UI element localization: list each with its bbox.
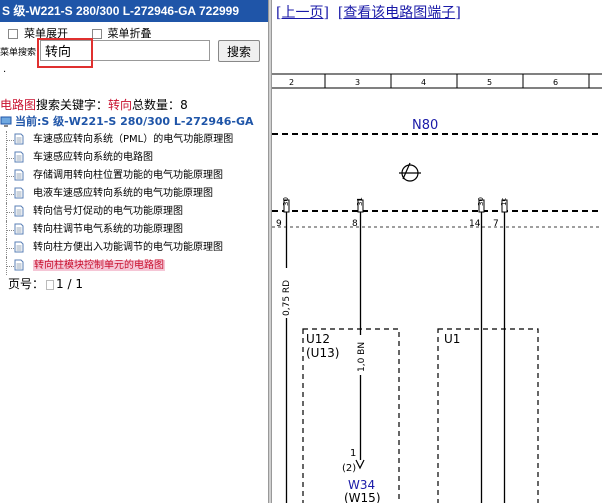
summary-keyword: 转向 [108,98,133,112]
document-icon [14,187,24,199]
pager-label: 页号： [8,277,45,291]
result-item[interactable]: 转向柱模块控制单元的电路图 [0,257,268,275]
search-label: 菜单搜索 [0,48,37,58]
bullet-dot: · [3,67,7,78]
wire-label: 1,0 BN [357,342,367,372]
component-label: U12 [306,332,330,346]
expand-icon [8,29,18,39]
pin-label: 30 [282,197,290,206]
bus-label: N80 [412,118,438,133]
document-icon [14,151,24,163]
vehicle-title: S 级-W221-S 280/300 L-272946-GA 722999 [0,0,268,22]
connector-pin-alt: (2) [342,463,356,474]
pin-number: 14 [469,219,481,229]
summary-keyword-label: 搜索关键字： [36,98,109,112]
document-icon [14,133,24,145]
result-item[interactable]: 车速感应转向系统的电路图 [0,149,268,167]
ruler-tick: 3 [355,78,360,87]
result-item[interactable]: 转向信号灯促动的电气功能原理图 [0,203,268,221]
result-item-label: 车速感应转向系统的电路图 [33,152,153,163]
summary-count: 8 [180,98,188,112]
ground-icon [399,162,421,182]
connector-pin: 1 [350,448,356,459]
ruler-tick: 5 [487,78,492,87]
search-button[interactable]: 搜索 [218,40,260,62]
left-panel: S 级-W221-S 280/300 L-272946-GA 722999 菜单… [0,0,268,503]
connector-name: W34 [348,478,375,492]
ruler: 234567 [289,74,590,88]
result-item[interactable]: 车速感应转向系统（PML）的电气功能原理图 [0,131,268,149]
result-item-label: 转向信号灯促动的电气功能原理图 [33,206,183,217]
ruler-tick: 2 [289,78,294,87]
component-sublabel: (U13) [306,346,339,360]
result-item-label: 车速感应转向系统（PML）的电气功能原理图 [33,134,234,145]
menu-expand-button[interactable]: 菜单展开 [0,27,74,40]
diagram-panel: [上一页] [查看该电路图端子] 234567 N80 30 31 30 1 [272,0,602,503]
current-node[interactable]: 当前:S 级-W221-S 280/300 L-272946-GA [0,113,254,129]
menu-toggle-row: 菜单展开 菜单折叠 [0,25,164,41]
pin-number: 7 [493,219,499,229]
component-label: U1 [444,332,460,346]
document-icon [14,205,24,217]
connector-alt-name: (W15) [344,491,381,503]
pin-label: 30 [477,197,485,206]
document-icon [14,241,24,253]
menu-collapse-button[interactable]: 菜单折叠 [84,27,158,40]
result-item[interactable]: 电液车速感应转向系统的电气功能原理图 [0,185,268,203]
result-item-label: 转向柱方便出入功能调节的电气功能原理图 [33,242,223,253]
document-icon [14,169,24,181]
pager: 页号： 1 / 1 [8,275,83,292]
pin-number: 9 [276,219,282,229]
pager-value[interactable]: 1 / 1 [56,277,83,291]
computer-icon [0,116,12,127]
pin-number: 8 [352,219,358,229]
result-item-label: 转向柱模块控制单元的电路图 [33,260,165,271]
summary-prefix: 电路图 [0,98,37,112]
result-item[interactable]: 转向柱方便出入功能调节的电气功能原理图 [0,239,268,257]
result-item-label: 转向柱调节电气系统的功能原理图 [33,224,183,235]
summary-count-label: 总数量： [132,98,181,112]
ruler-tick: 4 [421,78,426,87]
pin-label: 1c [500,198,508,206]
ruler-tick: 6 [553,78,558,87]
pin-label: 31 [356,197,364,206]
document-icon [14,223,24,235]
result-item-label: 存储调用转向柱位置功能的电气功能原理图 [33,170,223,181]
result-item[interactable]: 转向柱调节电气系统的功能原理图 [0,221,268,239]
current-node-label: 当前:S 级-W221-S 280/300 L-272946-GA [15,115,254,128]
search-summary: 电路图搜索关键字：转向总数量：8 [0,96,188,113]
circuit-diagram: 234567 N80 30 31 30 1c 9 8 14 7 [272,73,602,503]
result-item[interactable]: 存储调用转向柱位置功能的电气功能原理图 [0,167,268,185]
pin-group: 30 31 30 1c [282,197,508,213]
document-icon [14,259,24,271]
result-tree: 车速感应转向系统（PML）的电气功能原理图 车速感应转向系统的电路图存储调用转向柱… [0,131,268,275]
page-box-icon [46,279,55,290]
search-input[interactable] [40,40,210,61]
collapse-icon [91,29,102,39]
wire-label: 0,75 RD [282,280,292,316]
result-item-label: 电液车速感应转向系统的电气功能原理图 [33,188,213,199]
